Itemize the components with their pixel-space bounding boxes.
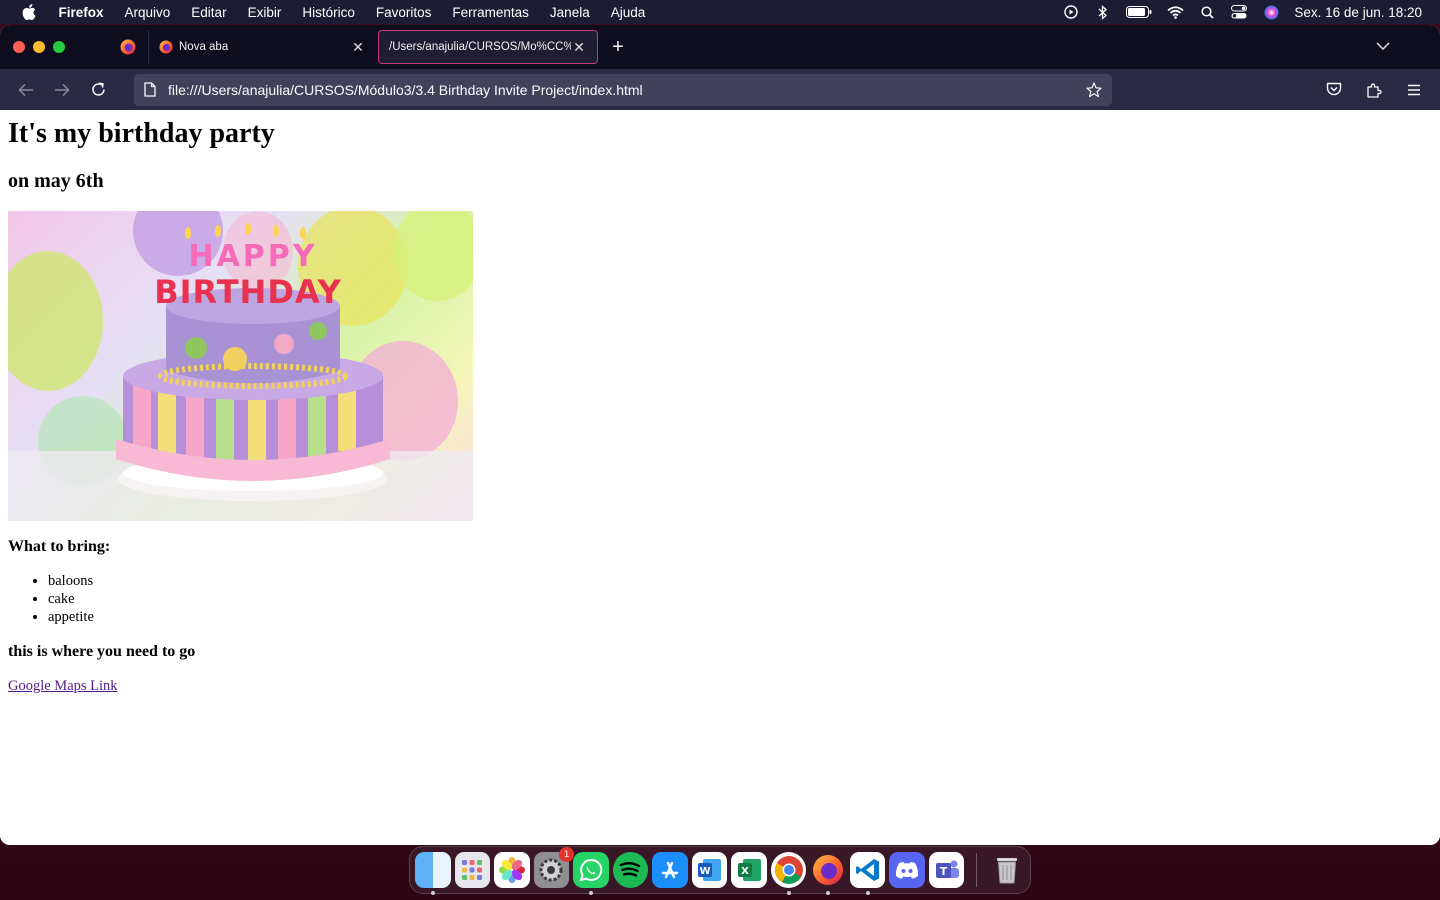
menu-janela[interactable]: Janela <box>539 5 600 20</box>
svg-text:W: W <box>700 866 711 877</box>
whatsapp-icon[interactable] <box>573 852 609 895</box>
file-page-icon <box>144 82 156 97</box>
notification-badge: 1 <box>559 847 575 862</box>
microsoft-excel-icon[interactable]: X <box>731 852 767 888</box>
macos-menubar: Firefox Arquivo Editar Exibir Histórico … <box>0 0 1440 24</box>
fullscreen-window-button[interactable] <box>53 41 65 53</box>
running-indicator <box>589 891 594 895</box>
firefox-dock-icon[interactable] <box>810 852 846 895</box>
new-tab-button[interactable]: + <box>598 36 638 59</box>
tab-nova-aba[interactable]: Nova aba ✕ <box>148 30 376 64</box>
chrome-icon[interactable] <box>770 852 807 895</box>
where-heading: this is where you need to go <box>8 643 196 660</box>
pocket-button[interactable] <box>1316 74 1352 106</box>
menu-app-name[interactable]: Firefox <box>48 5 114 20</box>
wifi-icon[interactable] <box>1166 4 1184 20</box>
vscode-icon[interactable] <box>849 852 886 895</box>
reload-icon <box>91 82 105 96</box>
party-date: on may 6th <box>8 170 104 192</box>
app-store-icon[interactable] <box>652 852 688 888</box>
control-center-icon[interactable] <box>1230 4 1248 20</box>
discord-icon[interactable] <box>889 852 925 888</box>
running-indicator <box>826 891 831 895</box>
close-window-button[interactable] <box>13 41 25 53</box>
svg-text:X: X <box>741 866 749 877</box>
window-controls <box>0 41 108 53</box>
menu-historico[interactable]: Histórico <box>292 5 366 20</box>
reload-button[interactable] <box>80 74 116 106</box>
bring-list: baloons cake appetite <box>8 572 1432 626</box>
close-tab-icon[interactable]: ✕ <box>350 39 366 56</box>
page-viewport: It's my birthday party on may 6th HAPPY … <box>0 110 1440 845</box>
menu-ferramentas[interactable]: Ferramentas <box>442 5 540 20</box>
url-text[interactable]: file:///Users/anajulia/CURSOS/Módulo3/3.… <box>168 82 1086 98</box>
microsoft-word-icon[interactable]: W <box>691 852 728 888</box>
running-indicator <box>786 891 791 895</box>
address-bar[interactable]: file:///Users/anajulia/CURSOS/Módulo3/3.… <box>134 73 1112 106</box>
menu-arquivo[interactable]: Arquivo <box>114 5 181 20</box>
menubar-clock[interactable]: Sex. 16 de jun. 18:20 <box>1294 5 1430 20</box>
bring-heading: What to bring: <box>8 538 111 555</box>
tab-active-file[interactable]: /Users/anajulia/CURSOS/Mo%CC%8 ✕ <box>378 30 598 64</box>
list-item: baloons <box>48 572 1432 590</box>
firefox-logo-icon <box>120 39 136 55</box>
svg-text:T: T <box>939 865 947 878</box>
list-item: appetite <box>48 608 1432 626</box>
page-title: It's my birthday party <box>8 118 275 149</box>
cake-illustration: HAPPY BIRTHDAY <box>8 211 473 521</box>
chevron-down-icon[interactable] <box>1376 37 1390 55</box>
spotify-icon[interactable] <box>612 852 649 888</box>
google-maps-link[interactable]: Google Maps Link <box>8 678 118 694</box>
firefox-view-button[interactable] <box>108 39 148 55</box>
cake-topper-birthday: BIRTHDAY <box>154 273 342 311</box>
system-settings-icon[interactable]: 1 <box>533 847 575 888</box>
menu-ajuda[interactable]: Ajuda <box>600 5 656 20</box>
play-icon[interactable] <box>1062 4 1080 20</box>
menu-editar[interactable]: Editar <box>181 5 237 20</box>
hamburger-menu-icon <box>1408 84 1420 95</box>
close-tab-icon[interactable]: ✕ <box>571 39 587 56</box>
extensions-button[interactable] <box>1356 74 1392 106</box>
bookmark-star-icon[interactable] <box>1086 81 1102 98</box>
photos-icon[interactable] <box>494 852 530 888</box>
tab-title: /Users/anajulia/CURSOS/Mo%CC%8 <box>389 41 571 53</box>
menu-favoritos[interactable]: Favoritos <box>365 5 442 20</box>
toolbar-right <box>1316 74 1432 106</box>
menu-exibir[interactable]: Exibir <box>237 5 292 20</box>
dock-separator <box>976 853 978 887</box>
minimize-window-button[interactable] <box>33 41 45 53</box>
running-indicator <box>865 891 870 895</box>
navigation-bar: file:///Users/anajulia/CURSOS/Módulo3/3.… <box>0 69 1440 110</box>
battery-icon[interactable] <box>1126 4 1152 20</box>
birthday-cake-image: HAPPY BIRTHDAY <box>8 211 473 521</box>
finder-icon[interactable] <box>415 852 451 895</box>
launchpad-icon[interactable] <box>454 852 491 888</box>
cake-topper-happy: HAPPY <box>188 239 317 274</box>
spotlight-search-icon[interactable] <box>1198 4 1216 20</box>
siri-icon[interactable] <box>1262 4 1280 20</box>
back-button[interactable] <box>8 74 44 106</box>
puzzle-piece-icon <box>1367 82 1382 98</box>
bluetooth-icon[interactable] <box>1094 4 1112 20</box>
running-indicator <box>431 891 435 895</box>
microsoft-teams-icon[interactable]: T <box>928 852 965 888</box>
arrow-left-icon <box>18 83 33 96</box>
pocket-icon <box>1326 82 1342 96</box>
app-menu-button[interactable] <box>1396 74 1432 106</box>
macos-dock: 1 W X T <box>409 846 1031 895</box>
arrow-right-icon <box>55 83 70 96</box>
apple-menu-icon[interactable] <box>10 4 48 20</box>
list-item: cake <box>48 590 1432 608</box>
firefox-window: Nova aba ✕ /Users/anajulia/CURSOS/Mo%CC%… <box>0 25 1440 845</box>
tab-title: Nova aba <box>179 41 229 53</box>
forward-button[interactable] <box>44 74 80 106</box>
tab-bar: Nova aba ✕ /Users/anajulia/CURSOS/Mo%CC%… <box>0 25 1440 69</box>
trash-icon[interactable] <box>989 852 1025 888</box>
firefox-tab-icon <box>159 40 173 54</box>
